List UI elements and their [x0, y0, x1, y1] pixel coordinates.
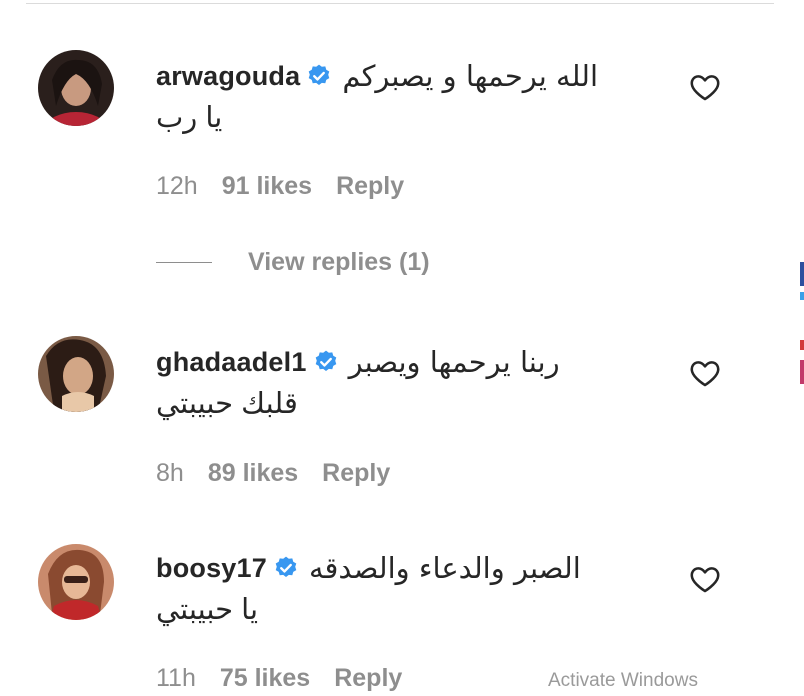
activate-windows-watermark: Activate Windows: [548, 670, 698, 691]
avatar[interactable]: [38, 50, 114, 126]
comment-text: ربنا يرحمها ويصبر: [348, 345, 560, 379]
replies-divider: [156, 262, 212, 263]
likes-count[interactable]: 75 likes: [220, 664, 310, 693]
heart-outline-icon: [690, 361, 720, 387]
comment-text: الله يرحمها و يصبركم: [342, 59, 599, 93]
comment-text-continued: يا رب: [156, 102, 223, 134]
comment-text-continued: قلبك حبيبتي: [156, 388, 298, 420]
verified-badge-icon: [309, 64, 330, 85]
reply-button[interactable]: Reply: [322, 459, 390, 488]
username[interactable]: boosy17: [156, 553, 267, 584]
comment-timestamp[interactable]: 11h: [156, 664, 196, 693]
likes-count[interactable]: 89 likes: [208, 459, 298, 488]
avatar[interactable]: [38, 336, 114, 412]
comment-text-continued: يا حبيبتي: [156, 594, 259, 626]
avatar[interactable]: [38, 544, 114, 620]
view-replies-button[interactable]: View replies (1): [156, 248, 430, 277]
like-button[interactable]: [688, 356, 722, 390]
heart-outline-icon: [690, 567, 720, 593]
comment-text: الصبر والدعاء والصدقه: [308, 551, 581, 585]
view-replies-label: View replies (1): [248, 248, 430, 276]
heart-outline-icon: [690, 75, 720, 101]
top-divider: [26, 3, 774, 4]
verified-badge-icon: [315, 350, 336, 371]
username[interactable]: arwagouda: [156, 61, 300, 92]
like-button[interactable]: [688, 70, 722, 104]
reply-button[interactable]: Reply: [336, 172, 404, 201]
likes-count[interactable]: 91 likes: [222, 172, 312, 201]
comment-timestamp[interactable]: 12h: [156, 172, 198, 201]
username[interactable]: ghadaadel1: [156, 347, 307, 378]
cropped-side-panel: [800, 262, 804, 384]
reply-button[interactable]: Reply: [334, 664, 402, 693]
verified-badge-icon: [275, 556, 297, 577]
like-button[interactable]: [688, 562, 722, 596]
comment-timestamp[interactable]: 8h: [156, 459, 184, 488]
